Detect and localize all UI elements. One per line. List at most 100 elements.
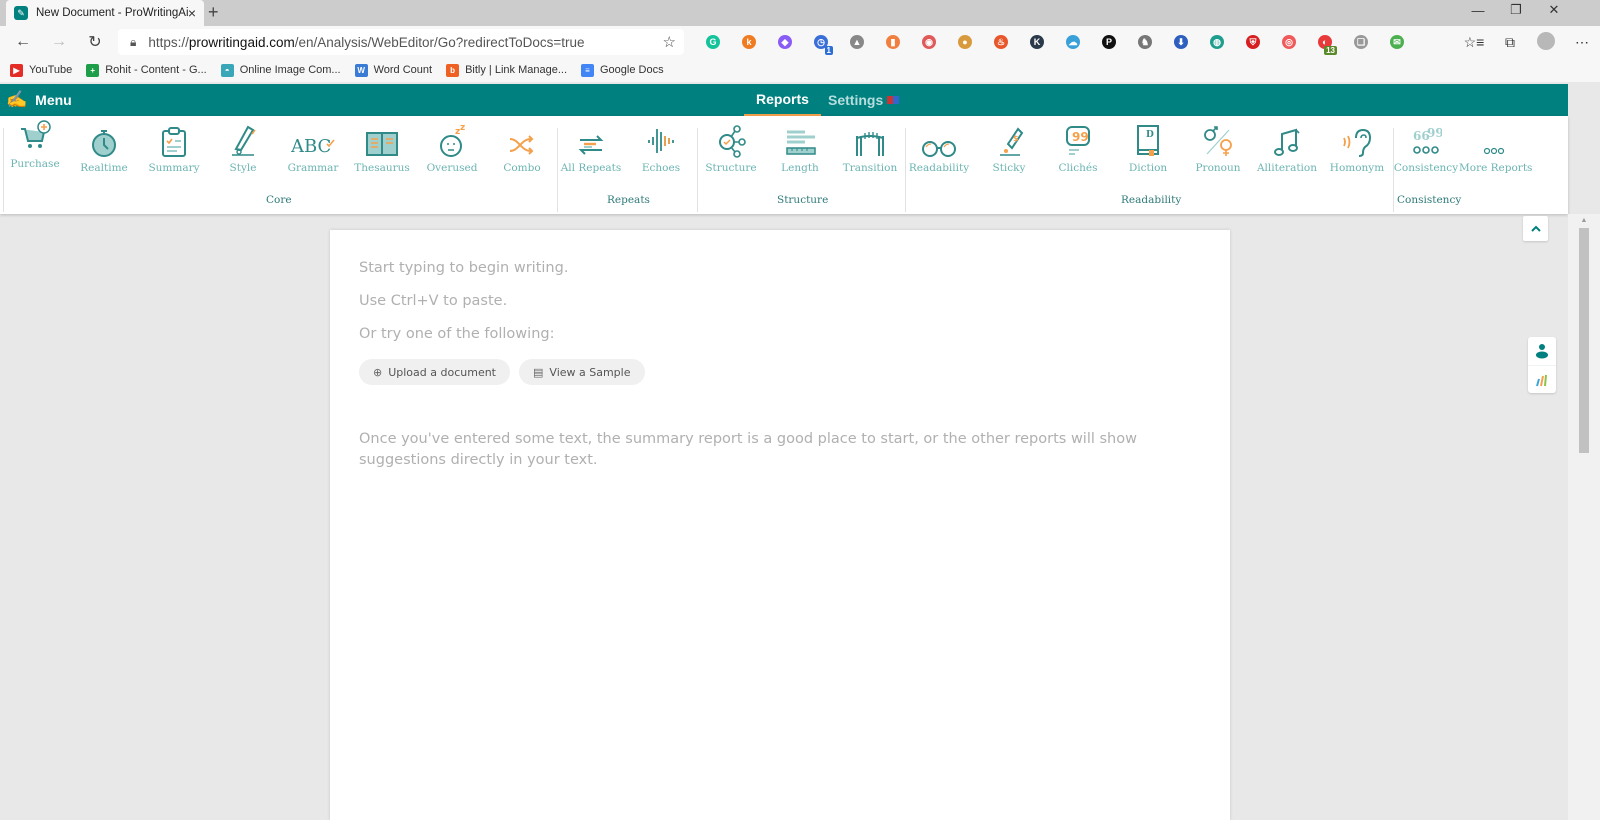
collapse-ribbon-button[interactable] — [1523, 216, 1548, 241]
report-transition[interactable]: Transition — [835, 122, 905, 174]
bookmark-item[interactable]: W Word Count — [354, 63, 432, 77]
report-echoes[interactable]: Echoes — [626, 122, 696, 174]
new-tab-button[interactable]: + — [208, 2, 219, 23]
user-icon — [1536, 344, 1548, 359]
scroll-up-arrow[interactable]: ▲ — [1568, 214, 1600, 228]
bookmark-item[interactable]: b Bitly | Link Manage... — [446, 63, 567, 77]
report-overused[interactable]: z z Overused — [417, 122, 487, 174]
upload-document-button[interactable]: ⊕ Upload a document — [359, 359, 510, 385]
reload-button[interactable]: ↻ — [80, 32, 110, 52]
report-grammar[interactable]: ABC Grammar — [278, 122, 348, 174]
report-alliteration[interactable]: Alliteration — [1252, 122, 1322, 174]
bookmark-favicon-icon: W — [354, 63, 368, 77]
view-sample-button[interactable]: ▤ View a Sample — [519, 359, 645, 385]
grammarly-extension-icon[interactable]: G — [695, 32, 731, 52]
extension-copy-icon[interactable]: ❏ — [1343, 32, 1379, 52]
tab-settings[interactable]: Settings — [816, 84, 911, 116]
page-scrollbar[interactable]: ▲ — [1568, 214, 1600, 820]
chevron-up-icon — [1530, 225, 1541, 232]
extension-mail-icon[interactable]: ✉ — [1379, 32, 1415, 52]
minimize-button[interactable]: — — [1458, 0, 1498, 20]
address-bar[interactable]: 🔒︎ https://prowritingaid.com/en/Analysis… — [118, 29, 684, 55]
bookmark-favicon-icon: + — [86, 63, 100, 77]
extension-purple-icon[interactable]: ◆ — [767, 32, 803, 52]
bookmark-item[interactable]: ◓ Online Image Com... — [220, 63, 341, 77]
extension-download-icon[interactable]: ⬇ — [1163, 32, 1199, 52]
url-scheme: https:// — [148, 34, 189, 50]
extension-swirl-icon[interactable]: ◐ 13 — [1307, 32, 1343, 55]
extension-glyph: ⛨ — [1246, 35, 1260, 49]
restore-button[interactable]: ❐ — [1496, 0, 1536, 20]
report-label: Echoes — [641, 162, 681, 174]
extension-glyph: ▮ — [886, 35, 900, 49]
profile-avatar[interactable] — [1528, 32, 1564, 53]
favorite-star-icon[interactable]: ☆ — [663, 33, 676, 51]
report-more-reports[interactable]: More Reports — [1459, 122, 1533, 174]
bookmark-item[interactable]: ≡ Google Docs — [581, 63, 664, 77]
report-realtime[interactable]: Realtime — [69, 122, 139, 174]
bookmark-item[interactable]: + Rohit - Content - G... — [86, 63, 207, 77]
report-purchase[interactable]: Purchase — [0, 118, 70, 170]
bookmark-item[interactable]: ▶ YouTube — [10, 63, 72, 77]
extension-spiral-icon[interactable]: ◎ — [1271, 32, 1307, 52]
report-readability[interactable]: Readability — [904, 122, 974, 174]
extension-globe-icon[interactable]: ◍ — [1199, 32, 1235, 52]
report-all-repeats[interactable]: All Repeats — [556, 122, 626, 174]
report-label: More Reports — [1459, 162, 1533, 174]
extension-shield-icon[interactable]: ◉ — [911, 32, 947, 52]
tab-settings-label: Settings — [828, 92, 884, 108]
report-pronoun[interactable]: Pronoun — [1183, 122, 1253, 174]
upload-document-label: Upload a document — [388, 365, 496, 379]
extension-kangaroo-icon[interactable]: ♞ — [1127, 32, 1163, 52]
collections-icon[interactable]: ⧉ — [1492, 34, 1528, 51]
report-label: Structure — [705, 162, 757, 174]
report-structure[interactable]: Structure — [696, 122, 766, 174]
report-style[interactable]: Style — [208, 122, 278, 174]
extension-cloud-icon[interactable]: ☁ — [1055, 32, 1091, 52]
close-window-button[interactable]: ✕ — [1534, 0, 1574, 20]
report-consistency[interactable]: 66 99 Consistency — [1391, 122, 1461, 174]
abc-check-icon: ABC — [278, 122, 348, 158]
scroll-thumb[interactable] — [1579, 228, 1589, 453]
report-homonym[interactable]: Homonym — [1322, 122, 1392, 174]
report-diction[interactable]: D Diction — [1113, 122, 1183, 174]
bookmark-label: Online Image Com... — [239, 64, 341, 76]
report-summary[interactable]: Summary — [139, 122, 209, 174]
extension-glyph: ☁ — [1066, 35, 1080, 49]
forward-button[interactable]: → — [44, 33, 74, 51]
extension-glyph: ◍ — [1210, 35, 1224, 49]
menu-button[interactable]: ✍ Menu — [6, 84, 72, 116]
more-menu-icon[interactable]: ⋯ — [1564, 34, 1600, 51]
extension-clock-icon[interactable]: ◷ 1 — [803, 32, 839, 55]
extension-battery-icon[interactable]: ▮ — [875, 32, 911, 52]
extension-k-dark-icon[interactable]: K — [1019, 32, 1055, 52]
report-label: Homonym — [1329, 162, 1385, 174]
extension-k-icon[interactable]: k — [731, 32, 767, 52]
report-length[interactable]: Length — [765, 122, 835, 174]
browser-tab[interactable]: ✎ New Document - ProWritingAid × — [6, 0, 204, 26]
extension-glyph: P — [1102, 35, 1116, 49]
report-label: Realtime — [80, 162, 128, 174]
extension-fire-icon[interactable]: ♨ — [983, 32, 1019, 52]
extension-shield-red-icon[interactable]: ⛨ — [1235, 32, 1271, 52]
back-button[interactable]: ← — [8, 33, 38, 51]
report-sticky[interactable]: $ Sticky — [974, 122, 1044, 174]
extension-rocket-icon[interactable]: ▲ — [839, 32, 875, 52]
user-panel-button[interactable] — [1528, 337, 1556, 365]
report-clich-s[interactable]: 99 Clichés — [1043, 122, 1113, 174]
bookmarks-bar: ▶ YouTube + Rohit - Content - G... ◓ Online I… — [0, 58, 1600, 82]
report-combo[interactable]: Combo — [487, 122, 557, 174]
tab-close-button[interactable]: × — [188, 5, 196, 21]
report-thesaurus[interactable]: Thesaurus — [347, 122, 417, 174]
extension-cookie-icon[interactable]: ● — [947, 32, 983, 52]
document-editor[interactable]: Start typing to begin writing. Use Ctrl+… — [330, 230, 1230, 820]
stats-panel-button[interactable] — [1528, 365, 1556, 393]
ear-icon — [1322, 122, 1392, 158]
extension-p-icon[interactable]: P — [1091, 32, 1127, 52]
group-label-structure: Structure — [777, 194, 829, 206]
report-label: Grammar — [287, 162, 339, 174]
tab-reports[interactable]: Reports — [744, 84, 821, 116]
report-label: Alliteration — [1256, 162, 1318, 174]
favorites-icon[interactable]: ☆≡ — [1456, 34, 1492, 51]
report-label: Readability — [908, 162, 970, 174]
